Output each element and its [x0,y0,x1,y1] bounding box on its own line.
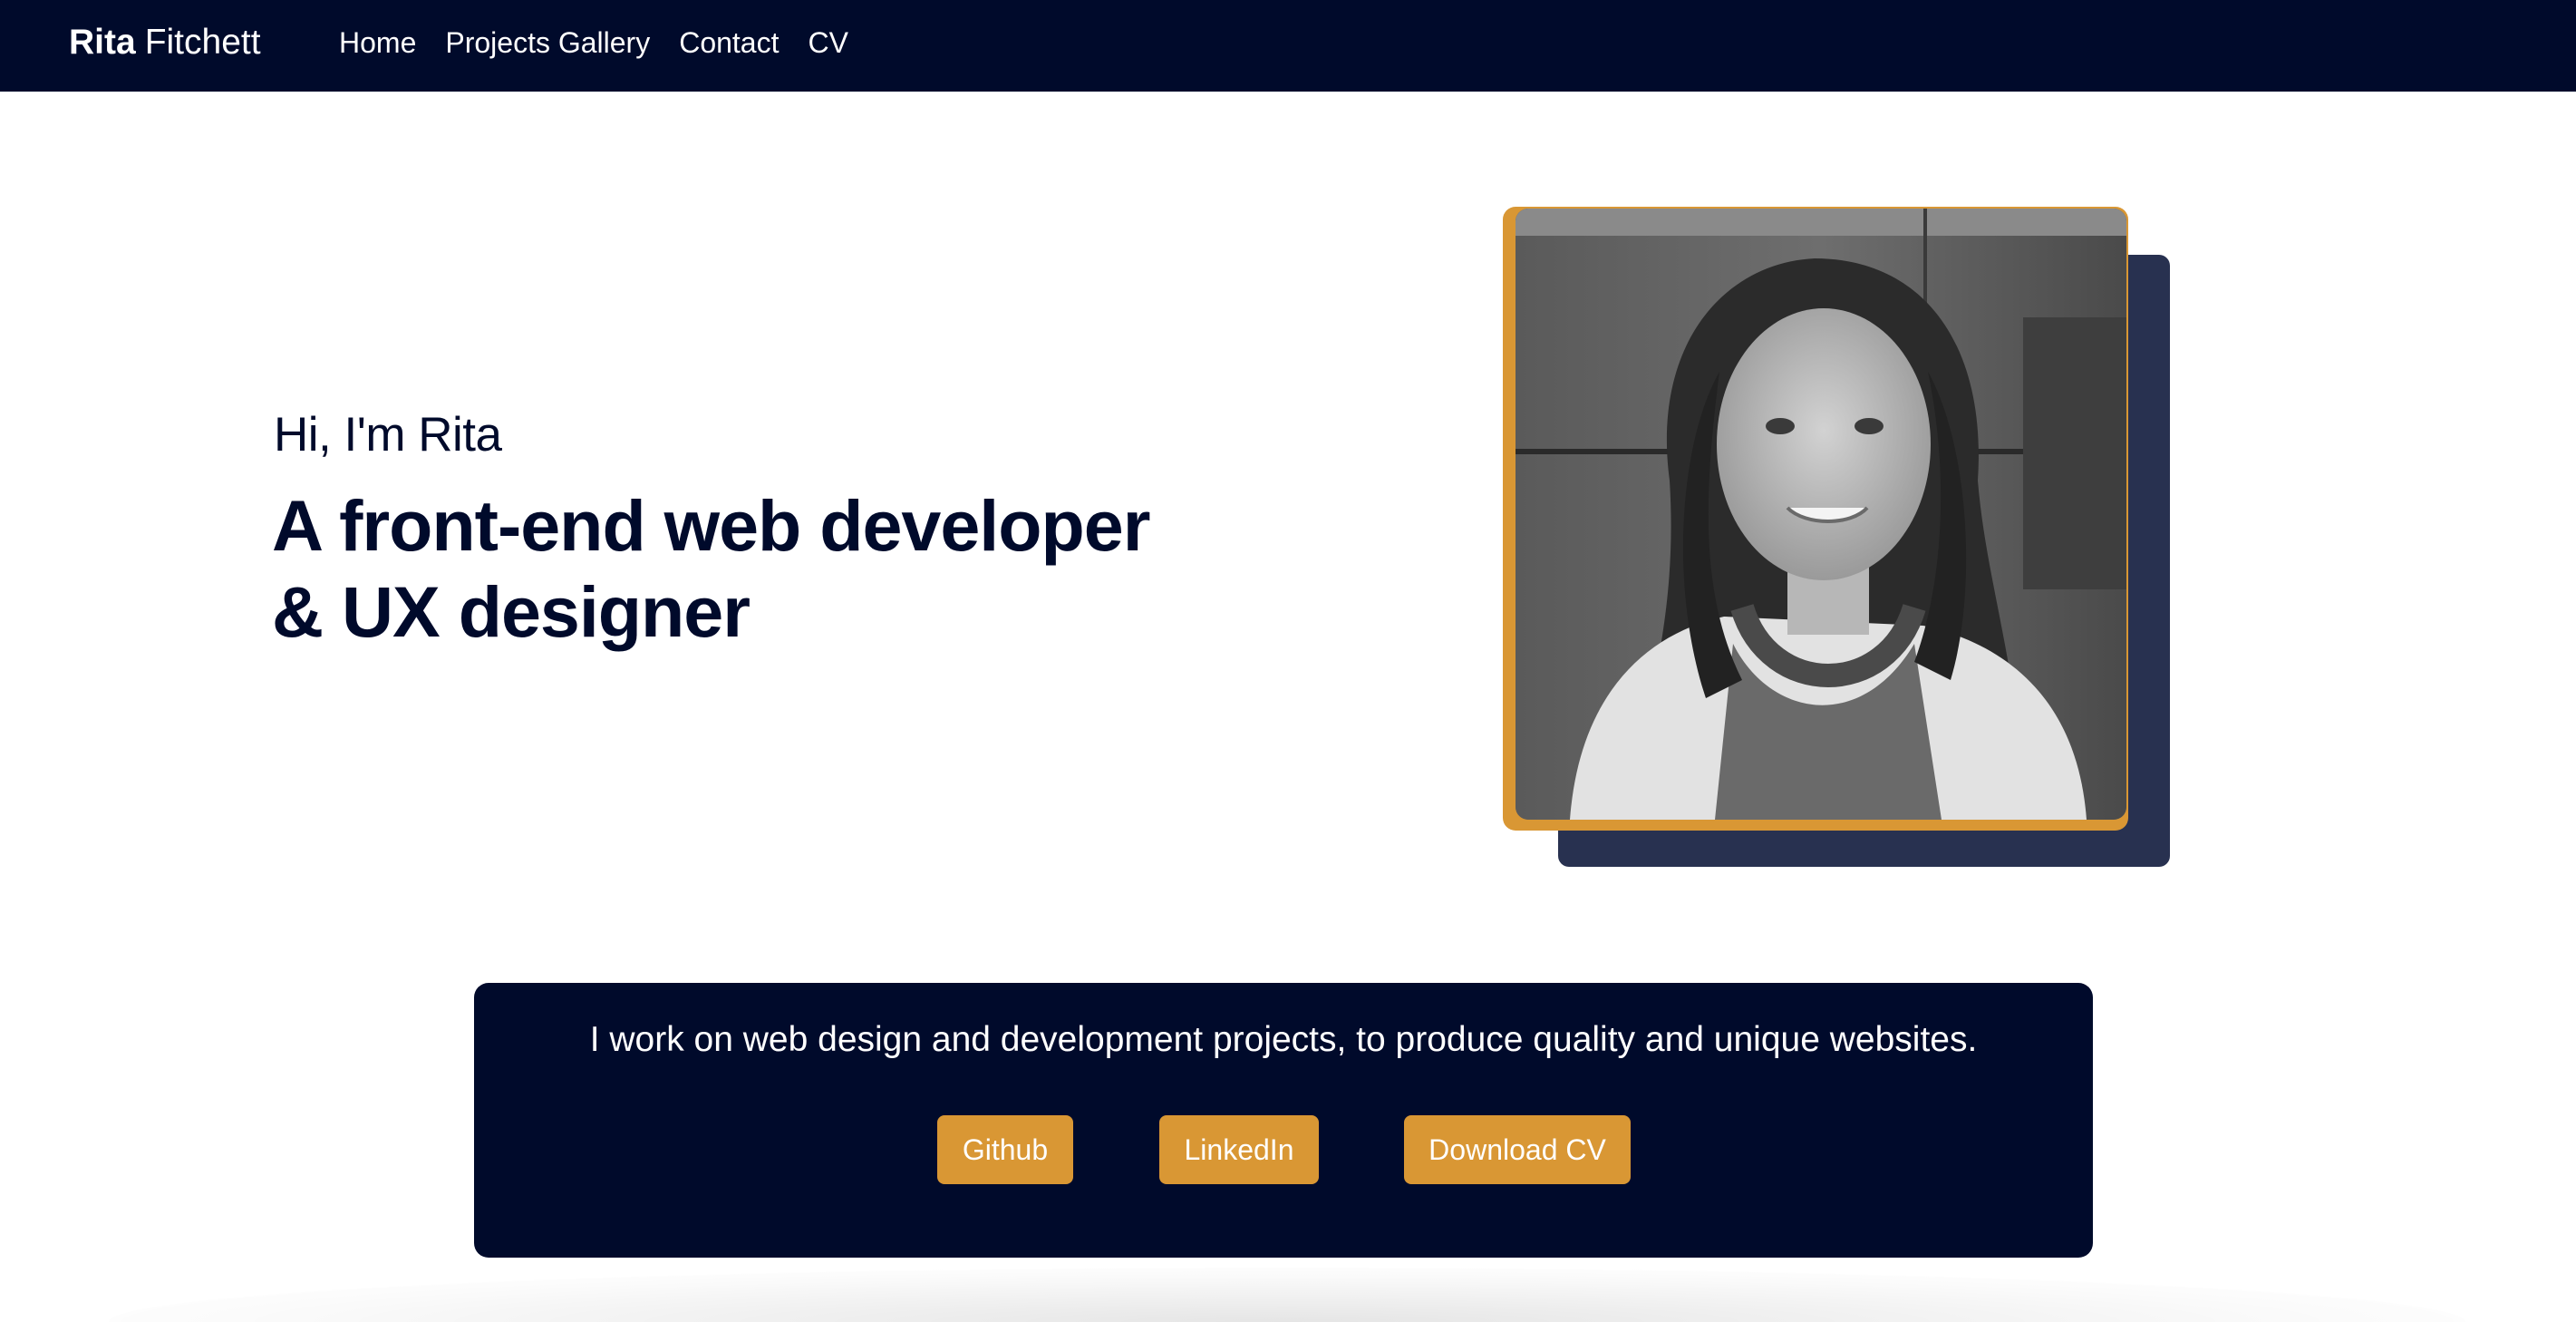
nav-link-home[interactable]: Home [339,23,416,63]
hero-headline-line-1: A front-end web developer [272,485,1150,566]
hero-headline-line-2: & UX designer [272,571,751,652]
brand-logo[interactable]: Rita Fitchett [69,20,261,65]
intro-text: I work on web design and development pro… [589,1020,1978,1059]
profile-photo [1516,209,2126,820]
hero-headline: A front-end web developer & UX designer [272,482,1178,655]
download-cv-button[interactable]: Download CV [1404,1115,1631,1184]
profile-photo-image [1516,209,2126,820]
nav-menu: Home Projects Gallery Contact CV [339,23,877,63]
linkedin-button[interactable]: LinkedIn [1159,1115,1319,1184]
nav-link-cv[interactable]: CV [808,23,847,63]
portrait-frame [1503,207,2170,867]
info-panel: I work on web design and development pro… [474,983,2093,1258]
github-button[interactable]: Github [937,1115,1073,1184]
hero-greeting: Hi, I'm Rita [274,408,502,462]
nav-link-projects-gallery[interactable]: Projects Gallery [445,23,650,63]
top-navbar: Rita Fitchett Home Projects Gallery Conta… [0,0,2576,92]
next-section-shadow [109,1268,2465,1322]
brand-last-name: Fitchett [144,23,261,62]
brand-first-name: Rita [69,23,136,62]
nav-link-contact[interactable]: Contact [679,23,779,63]
